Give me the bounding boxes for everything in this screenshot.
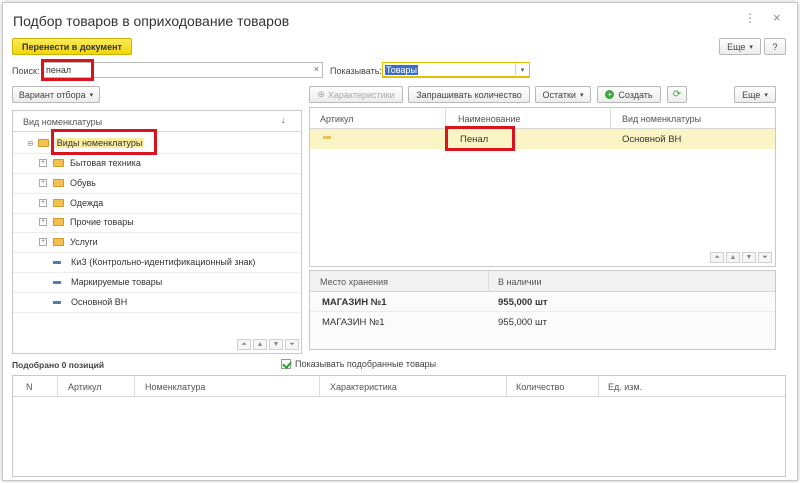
column-in-stock[interactable]: В наличии xyxy=(498,277,542,287)
refresh-icon: ⟳ xyxy=(672,89,682,100)
search-label: Поиск: xyxy=(12,66,40,76)
close-icon[interactable]: × xyxy=(773,10,781,25)
column-name[interactable]: Наименование xyxy=(458,114,520,124)
tree-item-shoes[interactable]: + Обувь xyxy=(39,178,96,188)
chevron-down-icon: ▾ xyxy=(89,91,94,99)
item-icon xyxy=(53,300,61,304)
products-scroll-controls: ⏶ ▲ ▼ ⏷ xyxy=(710,252,772,263)
plus-icon: + xyxy=(605,90,615,99)
transfer-to-document-button[interactable]: Перенести в документ xyxy=(12,38,132,55)
column-number[interactable]: N xyxy=(26,382,33,392)
column-quantity[interactable]: Количество xyxy=(516,382,564,392)
item-icon xyxy=(323,136,331,139)
search-input[interactable]: пенал × xyxy=(43,62,323,78)
refresh-button[interactable]: ⟳ xyxy=(667,86,687,103)
request-quantity-button[interactable]: Запрашивать количество xyxy=(408,86,530,103)
expand-icon[interactable]: + xyxy=(39,179,47,187)
help-button[interactable]: ? xyxy=(764,38,786,55)
tree-item-clothes[interactable]: + Одежда xyxy=(39,198,103,208)
scroll-down-icon[interactable]: ▼ xyxy=(269,339,283,350)
scroll-top-icon[interactable]: ⏶ xyxy=(710,252,724,263)
collapse-icon[interactable]: ⊖ xyxy=(27,139,34,148)
characteristics-icon: ⊕ xyxy=(317,89,325,99)
show-label: Показывать: xyxy=(330,66,382,76)
products-table: Артикул Наименование Вид номенклатуры Пе… xyxy=(309,107,776,267)
tree-item-household-appliances[interactable]: + Бытовая техника xyxy=(39,158,141,168)
tree-item-services[interactable]: + Услуги xyxy=(39,237,98,247)
tree-root[interactable]: ⊖ Виды номенклатуры xyxy=(27,138,145,148)
expand-icon[interactable]: + xyxy=(39,238,47,246)
selection-window: Подбор товаров в оприходование товаров ⋮… xyxy=(2,2,798,481)
tree-item-other-goods[interactable]: + Прочие товары xyxy=(39,217,134,227)
scroll-down-icon[interactable]: ▼ xyxy=(742,252,756,263)
show-selected-checkbox[interactable]: Показывать подобранные товары xyxy=(281,359,436,369)
expand-icon[interactable]: + xyxy=(39,199,47,207)
checkbox-checked-icon[interactable] xyxy=(281,359,291,369)
scroll-up-icon[interactable]: ▲ xyxy=(253,339,267,350)
characteristics-button[interactable]: ⊕ Характеристики xyxy=(309,86,403,103)
window-title: Подбор товаров в оприходование товаров xyxy=(13,13,290,29)
stock-table: Место хранения В наличии МАГАЗИН №1 955,… xyxy=(309,270,776,350)
column-characteristic[interactable]: Характеристика xyxy=(330,382,397,392)
tree-item-marked-goods[interactable]: Маркируемые товары xyxy=(51,277,162,287)
chevron-down-icon: ▾ xyxy=(764,91,768,99)
column-kind[interactable]: Вид номенклатуры xyxy=(622,114,701,124)
show-select[interactable]: Товары ▾ xyxy=(382,62,530,78)
column-storage-place[interactable]: Место хранения xyxy=(320,277,388,287)
folder-icon xyxy=(53,238,64,246)
scroll-up-icon[interactable]: ▲ xyxy=(726,252,740,263)
scroll-top-icon[interactable]: ⏶ xyxy=(237,339,251,350)
chevron-down-icon: ▾ xyxy=(579,91,584,99)
more-button-top[interactable]: Еще ▾ xyxy=(719,38,761,55)
tree-scroll-controls: ⏶ ▲ ▼ ⏷ xyxy=(237,339,299,350)
column-unit[interactable]: Ед. изм. xyxy=(608,382,642,392)
tree-header[interactable]: Вид номенклатуры xyxy=(23,117,102,127)
folder-icon xyxy=(53,199,64,207)
filter-variant-button[interactable]: Вариант отбора ▾ xyxy=(12,86,100,103)
tree-item-kiz[interactable]: КиЗ (Контрольно-идентификационный знак) xyxy=(51,257,255,267)
selected-items-table: N Артикул Номенклатура Характеристика Ко… xyxy=(12,375,786,477)
column-article[interactable]: Артикул xyxy=(68,382,102,392)
expand-icon[interactable]: + xyxy=(39,218,47,226)
table-row[interactable]: МАГАЗИН №1 955,000 шт xyxy=(310,292,775,311)
folder-icon xyxy=(37,139,49,147)
nomenclature-tree: Вид номенклатуры ↓ ⊖ Виды номенклатуры +… xyxy=(12,110,302,354)
sort-arrow-icon[interactable]: ↓ xyxy=(281,115,286,125)
folder-icon xyxy=(53,179,64,187)
more-button-products[interactable]: Еще ▾ xyxy=(734,86,776,103)
clear-icon[interactable]: × xyxy=(314,64,319,74)
tree-item-main-vn[interactable]: Основной ВН xyxy=(51,297,127,307)
item-icon xyxy=(53,280,61,284)
table-row[interactable]: Пенал Основной ВН xyxy=(310,129,775,149)
selected-count: Подобрано 0 позиций xyxy=(12,360,105,370)
stock-button[interactable]: Остатки ▾ xyxy=(535,86,591,103)
column-article[interactable]: Артикул xyxy=(320,114,354,124)
chevron-down-icon: ▾ xyxy=(749,43,753,51)
folder-icon xyxy=(53,218,64,226)
folder-icon xyxy=(53,159,64,167)
scroll-bottom-icon[interactable]: ⏷ xyxy=(285,339,299,350)
column-nomenclature[interactable]: Номенклатура xyxy=(145,382,205,392)
expand-icon[interactable]: + xyxy=(39,159,47,167)
create-button[interactable]: + Создать xyxy=(597,86,661,103)
menu-icon[interactable]: ⋮ xyxy=(744,11,756,25)
scroll-bottom-icon[interactable]: ⏷ xyxy=(758,252,772,263)
item-icon xyxy=(53,260,61,264)
chevron-down-icon[interactable]: ▾ xyxy=(515,63,529,77)
table-row[interactable]: МАГАЗИН №1 955,000 шт xyxy=(310,312,775,331)
